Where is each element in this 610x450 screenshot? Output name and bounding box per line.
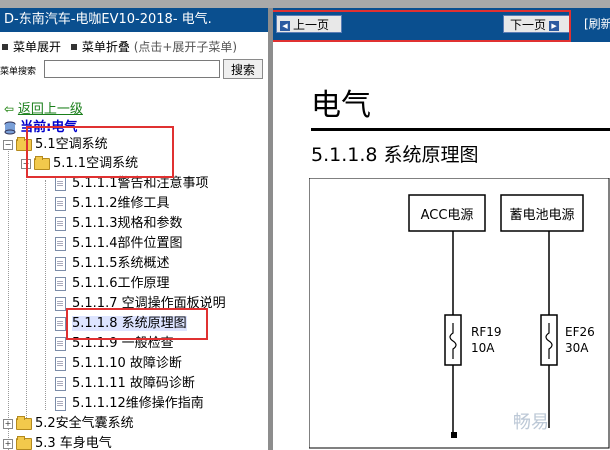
square-icon bbox=[70, 44, 77, 50]
expand-toggle-icon[interactable]: + bbox=[3, 438, 13, 449]
document-icon bbox=[55, 376, 66, 391]
back-arrow-icon: ⇦ bbox=[4, 102, 15, 116]
tree-folder-5-3[interactable]: +5.3 车身电气 bbox=[3, 435, 112, 450]
document-icon bbox=[55, 176, 66, 191]
top-strip bbox=[0, 0, 610, 8]
tree-item-5-1-1-5[interactable]: 5.1.1.5系统概述 bbox=[55, 255, 169, 273]
junction-dot bbox=[451, 432, 457, 438]
menu-expand-link[interactable]: 菜单展开 bbox=[13, 40, 61, 54]
document-icon bbox=[55, 296, 66, 311]
tree-label: 5.1.1.1警告和注意事项 bbox=[72, 176, 209, 191]
folder-icon bbox=[16, 415, 32, 430]
fuse-rf19-name: RF19 bbox=[471, 325, 502, 339]
content-pane: ◀ 上一页 下一页 ▶ [刷新 电气 5.1.1.8 系统原理图 ACC电源 蓄电池… bbox=[273, 8, 610, 450]
document-title: 电气 bbox=[311, 88, 371, 123]
fuse-rf19-rating: 10A bbox=[471, 341, 495, 355]
title-rule bbox=[311, 128, 610, 131]
document-icon bbox=[55, 256, 66, 271]
tree-item-5-1-1-2[interactable]: 5.1.1.2维修工具 bbox=[55, 195, 169, 213]
back-link[interactable]: ⇦ 返回上一级 bbox=[4, 98, 83, 117]
document-icon bbox=[55, 236, 66, 251]
tree-line bbox=[8, 146, 9, 450]
tree-label: 5.1.1.2维修工具 bbox=[72, 196, 170, 211]
search-button[interactable]: 搜索 bbox=[223, 59, 263, 79]
document-icon bbox=[55, 276, 66, 291]
tree-label: 5.1.1.3规格和参数 bbox=[72, 216, 183, 231]
tree-folder-5-2[interactable]: +5.2安全气囊系统 bbox=[3, 415, 134, 433]
document-icon bbox=[55, 316, 66, 331]
fuse-ef26-name: EF26 bbox=[565, 325, 595, 339]
tree-label: 5.1.1.11 故障码诊断 bbox=[72, 376, 195, 391]
menu-title-bar: D-东南汽车-电咖EV10-2018- 电气. bbox=[0, 8, 268, 32]
search-input[interactable] bbox=[44, 60, 220, 78]
document-icon bbox=[55, 216, 66, 231]
tree-line bbox=[26, 164, 27, 430]
acc-power-label: ACC电源 bbox=[421, 208, 474, 223]
tree-label: 5.1.1.5系统概述 bbox=[72, 256, 170, 271]
document-icon bbox=[55, 396, 66, 411]
highlight-box bbox=[273, 10, 571, 42]
tree-item-5-1-1-12[interactable]: 5.1.1.12维修操作指南 bbox=[55, 395, 204, 413]
schematic-diagram: ACC电源 蓄电池电源 RF19 10A EF26 30A bbox=[309, 178, 610, 449]
collapse-toggle-icon[interactable]: − bbox=[3, 139, 13, 150]
document-icon bbox=[55, 356, 66, 371]
tree-label: 5.2安全气囊系统 bbox=[35, 416, 134, 431]
document-subtitle: 5.1.1.8 系统原理图 bbox=[311, 144, 479, 166]
refresh-link[interactable]: [刷新 bbox=[584, 15, 610, 32]
tree-item-5-1-1-10[interactable]: 5.1.1.10 故障诊断 bbox=[55, 355, 182, 373]
tree-line bbox=[45, 180, 46, 410]
tree-label: 5.1.1.10 故障诊断 bbox=[72, 356, 182, 371]
tree-item-5-1-1-6[interactable]: 5.1.1.6工作原理 bbox=[55, 275, 169, 293]
tree-item-5-1-1-3[interactable]: 5.1.1.3规格和参数 bbox=[55, 215, 182, 233]
highlight-box bbox=[26, 126, 174, 178]
tree-item-5-1-1-11[interactable]: 5.1.1.11 故障码诊断 bbox=[55, 375, 195, 393]
menu-collapse-link[interactable]: 菜单折叠 bbox=[82, 40, 130, 54]
highlight-box bbox=[66, 308, 208, 340]
menu-toggle-row: 菜单展开 菜单折叠 (点击+展开子菜单) bbox=[0, 38, 237, 55]
search-label: 菜单搜索 bbox=[0, 67, 37, 77]
expand-toggle-icon[interactable]: + bbox=[3, 418, 13, 429]
back-link-label: 返回上一级 bbox=[17, 102, 83, 117]
watermark: 畅易 bbox=[513, 412, 549, 433]
square-icon bbox=[2, 44, 8, 50]
menu-hint: (点击+展开子菜单) bbox=[133, 40, 238, 54]
database-icon bbox=[4, 121, 16, 134]
folder-icon bbox=[16, 435, 32, 450]
tree-label: 5.3 车身电气 bbox=[35, 436, 112, 450]
battery-power-label: 蓄电池电源 bbox=[509, 208, 574, 223]
document-icon bbox=[55, 336, 66, 351]
left-menu-pane: D-东南汽车-电咖EV10-2018- 电气. 菜单展开 菜单折叠 (点击+展开… bbox=[0, 8, 268, 450]
tree-item-5-1-1-4[interactable]: 5.1.1.4部件位置图 bbox=[55, 235, 182, 253]
tree-label: 5.1.1.6工作原理 bbox=[72, 276, 170, 291]
tree-label: 5.1.1.12维修操作指南 bbox=[72, 396, 204, 411]
fuse-ef26-rating: 30A bbox=[565, 341, 589, 355]
document-icon bbox=[55, 196, 66, 211]
tree-label: 5.1.1.4部件位置图 bbox=[72, 236, 183, 251]
